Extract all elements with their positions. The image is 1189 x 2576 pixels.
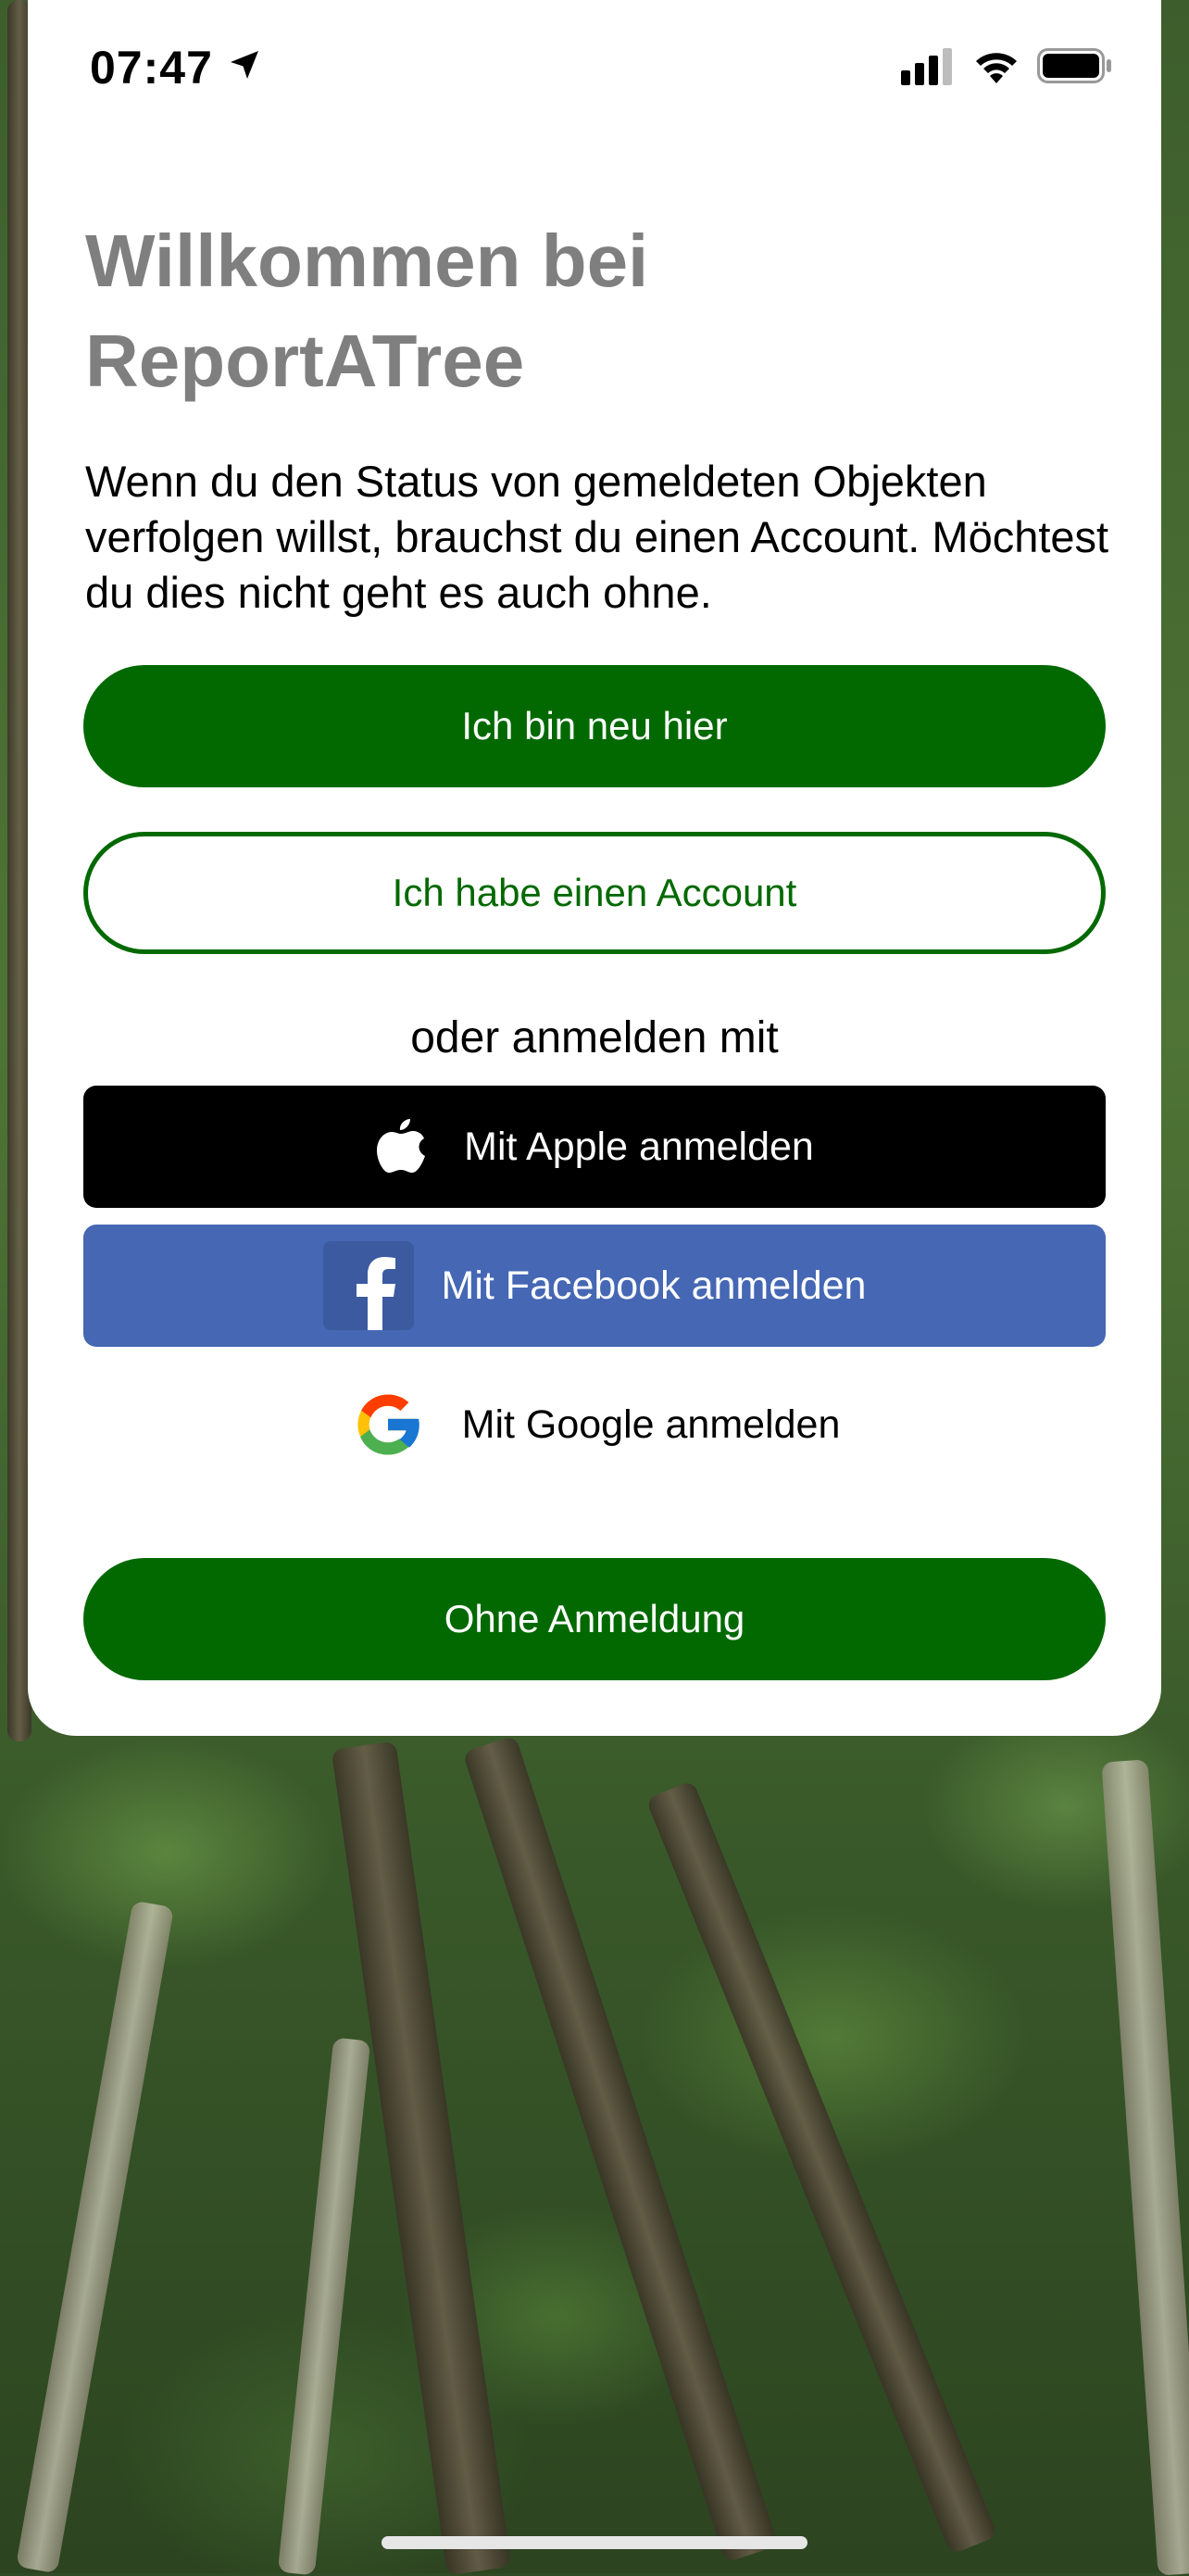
apple-login-button[interactable]: Mit Apple anmelden bbox=[83, 1086, 1106, 1208]
facebook-login-label: Mit Facebook anmelden bbox=[441, 1263, 867, 1308]
welcome-description: Wenn du den Status von gemeldeten Objekt… bbox=[85, 457, 1109, 617]
wifi-icon bbox=[976, 53, 1017, 83]
apple-login-label: Mit Apple anmelden bbox=[464, 1124, 814, 1169]
tree-trunk bbox=[462, 1735, 779, 2563]
without-login-button[interactable]: Ohne Anmeldung bbox=[83, 1558, 1106, 1680]
tree-trunk bbox=[277, 2037, 371, 2576]
without-login-label: Ohne Anmeldung bbox=[444, 1597, 745, 1640]
status-time: 07:47 bbox=[90, 42, 213, 94]
or-login-with-label: oder anmelden mit bbox=[410, 1013, 779, 1062]
battery-icon bbox=[1037, 48, 1111, 83]
google-logo-icon bbox=[349, 1386, 427, 1464]
apple-logo-icon bbox=[375, 1117, 427, 1176]
google-login-label: Mit Google anmelden bbox=[461, 1401, 841, 1447]
location-arrow-icon bbox=[231, 51, 258, 79]
have-account-label: Ich habe einen Account bbox=[392, 871, 797, 914]
page-title: Willkommen bei ReportATree bbox=[85, 211, 1104, 411]
have-account-button[interactable]: Ich habe einen Account bbox=[83, 832, 1106, 954]
new-here-label: Ich bin neu hier bbox=[461, 704, 728, 748]
title-line-2: ReportATree bbox=[85, 320, 525, 402]
facebook-login-button[interactable]: Mit Facebook anmelden bbox=[83, 1225, 1106, 1347]
tree-trunk bbox=[15, 1900, 175, 2574]
google-login-button[interactable]: Mit Google anmelden bbox=[83, 1363, 1106, 1486]
title-line-1: Willkommen bei bbox=[85, 220, 649, 302]
cellular-signal-icon bbox=[901, 48, 952, 85]
tree-trunk bbox=[1101, 1759, 1189, 2576]
status-bar: 07:47 bbox=[0, 0, 1189, 130]
new-here-button[interactable]: Ich bin neu hier bbox=[83, 665, 1106, 787]
facebook-logo-icon bbox=[322, 1241, 414, 1330]
home-indicator[interactable] bbox=[382, 2536, 807, 2549]
